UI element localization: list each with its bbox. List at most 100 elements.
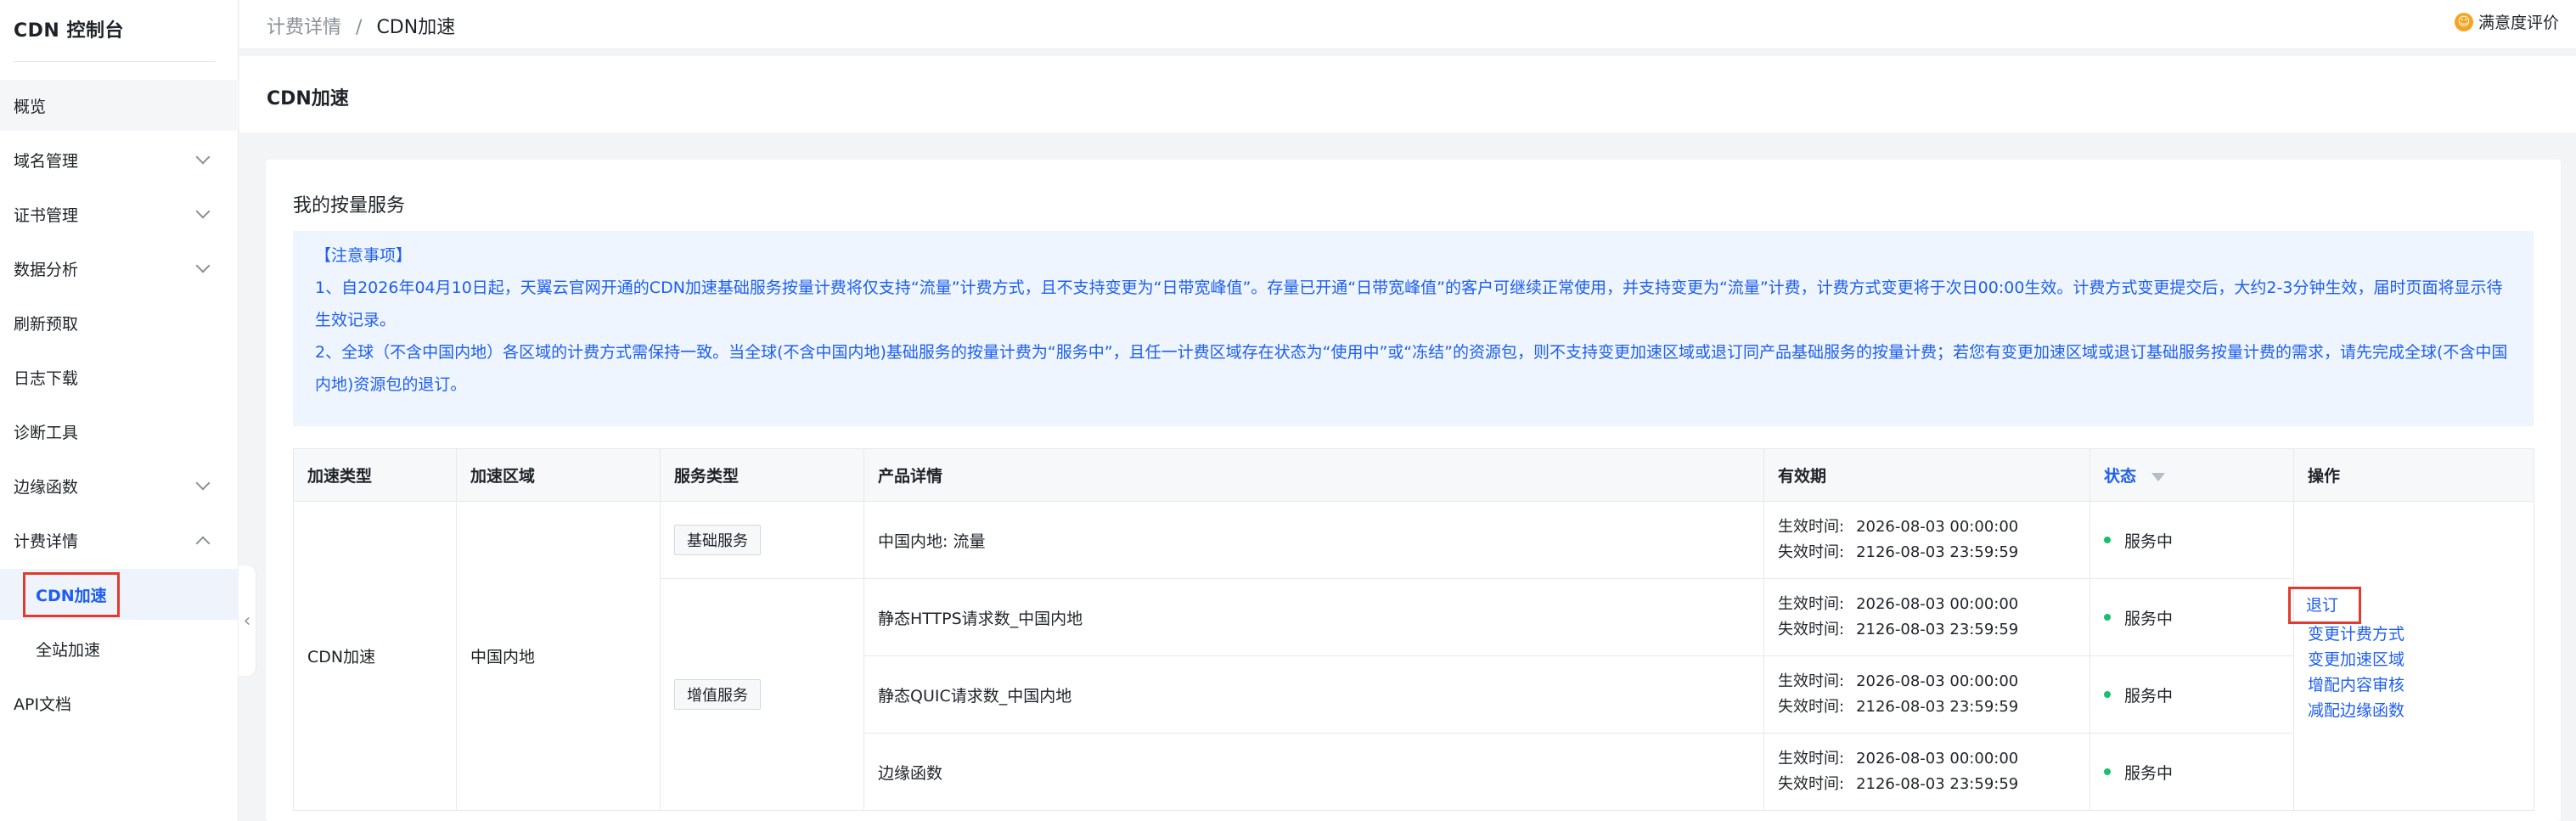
- notice-line-1: 1、自2026年04月10日起，天翼云官网开通的CDN加速基础服务按量计费将仅支…: [315, 278, 2503, 329]
- sidebar-item-api-docs[interactable]: API文档: [0, 678, 239, 728]
- add-content-review-link[interactable]: 增配内容审核: [2308, 672, 2520, 698]
- sidebar-item-label: API文档: [14, 694, 72, 714]
- sidebar-item-log-download[interactable]: 日志下载: [0, 351, 239, 402]
- expire-time: 2126-08-03 23:59:59: [1856, 543, 2019, 561]
- reduce-edge-function-link[interactable]: 减配边缘函数: [2308, 698, 2520, 723]
- status-badge: 服务中: [2124, 763, 2174, 783]
- cell-accel-type: CDN加速: [293, 501, 457, 811]
- table-row: CDN加速 中国内地 基础服务 中国内地: 流量 生效时间: 2026-08-03…: [293, 501, 2534, 811]
- expire-time: 2126-08-03 23:59:59: [1856, 698, 2019, 716]
- cell-product-detail: 中国内地: 流量: [863, 501, 1764, 579]
- satisfaction-rating-button[interactable]: ☺ 满意度评价: [2454, 10, 2559, 33]
- effective-time: 2026-08-03 00:00:00: [1856, 518, 2019, 536]
- chevron-down-icon: [195, 475, 211, 491]
- sidebar-item-diagnostic-tools[interactable]: 诊断工具: [0, 406, 239, 457]
- sidebar-item-label: 数据分析: [14, 260, 79, 279]
- col-accel-region: 加速区域: [456, 448, 661, 502]
- filter-icon[interactable]: [2151, 472, 2166, 481]
- satisfaction-label: 满意度评价: [2478, 14, 2559, 32]
- cell-status: 服务中: [2089, 578, 2294, 656]
- cell-product-detail: 静态QUIC请求数_中国内地: [863, 655, 1764, 734]
- expire-label: 失效时间:: [1778, 698, 1845, 716]
- effective-time: 2026-08-03 00:00:00: [1856, 672, 2019, 690]
- cell-status: 服务中: [2089, 501, 2294, 579]
- breadcrumb-billing-details[interactable]: 计费详情: [267, 17, 341, 38]
- cell-product-detail: 静态HTTPS请求数_中国内地: [863, 578, 1764, 656]
- sidebar-item-domain-management[interactable]: 域名管理: [0, 134, 239, 185]
- col-status[interactable]: 状态: [2089, 448, 2294, 502]
- status-dot-icon: [2104, 537, 2111, 543]
- sidebar-item-label: 证书管理: [14, 205, 79, 225]
- col-accel-type: 加速类型: [293, 448, 457, 502]
- change-accel-region-link[interactable]: 变更加速区域: [2308, 647, 2520, 672]
- sidebar-item-label: 域名管理: [14, 151, 79, 171]
- col-status-label: 状态: [2104, 467, 2137, 486]
- sidebar-item-label: 全站加速: [36, 640, 101, 660]
- status-badge: 服务中: [2124, 531, 2174, 551]
- service-type-tag: 基础服务: [674, 525, 761, 555]
- status-dot-icon: [2104, 614, 2111, 621]
- breadcrumb-separator: /: [356, 17, 363, 38]
- sidebar-item-overview[interactable]: 概览: [0, 80, 239, 131]
- sidebar-item-label: CDN加速: [23, 571, 120, 617]
- chevron-down-icon: [195, 149, 211, 165]
- status-badge: 服务中: [2124, 609, 2174, 628]
- sidebar: CDN 控制台 概览 域名管理 证书管理 数据分析 刷新预取 日志下载 诊断工具…: [0, 0, 239, 821]
- sidebar-item-certificate-management[interactable]: 证书管理: [0, 188, 239, 239]
- effective-label: 生效时间:: [1778, 672, 1845, 690]
- effective-label: 生效时间:: [1778, 750, 1845, 768]
- notice-heading: 【注意事项】: [315, 246, 413, 265]
- unsubscribe-label: 退订: [2287, 586, 2362, 624]
- col-operations: 操作: [2293, 448, 2534, 502]
- table-header-row: 加速类型 加速区域 服务类型 产品详情 有效期 状态 操作: [293, 448, 2534, 502]
- cell-status: 服务中: [2089, 655, 2294, 734]
- cell-validity: 生效时间: 2026-08-03 00:00:00 失效时间: 2126-08-03…: [1763, 501, 2090, 579]
- billing-table: 加速类型 加速区域 服务类型 产品详情 有效期 状态 操作 CDN加速 中国内地…: [293, 448, 2534, 811]
- page-title: CDN加速: [267, 88, 349, 110]
- breadcrumb: 计费详情 / CDN加速: [267, 12, 455, 39]
- sidebar-item-label: 刷新预取: [14, 314, 79, 334]
- chevron-up-icon: [195, 536, 211, 551]
- status-dot-icon: [2104, 768, 2111, 775]
- status-dot-icon: [2104, 691, 2111, 698]
- chevron-down-icon: [195, 258, 211, 273]
- col-product-detail: 产品详情: [863, 448, 1764, 502]
- effective-time: 2026-08-03 00:00:00: [1856, 595, 2019, 613]
- sidebar-item-label: 计费详情: [14, 531, 79, 551]
- service-type-tag: 增值服务: [674, 679, 761, 710]
- effective-label: 生效时间:: [1778, 518, 1845, 536]
- change-billing-method-link[interactable]: 变更计费方式: [2308, 621, 2520, 647]
- cell-service-type: 增值服务: [660, 578, 864, 811]
- smiley-icon: ☺: [2454, 12, 2473, 31]
- sidebar-item-billing-details[interactable]: 计费详情: [0, 515, 239, 565]
- cell-service-type: 基础服务: [660, 501, 864, 579]
- col-validity: 有效期: [1763, 448, 2090, 502]
- cell-product-detail: 边缘函数: [863, 733, 1764, 811]
- unsubscribe-link[interactable]: 退订: [2287, 586, 2520, 624]
- sidebar-item-cdn-acceleration[interactable]: CDN加速: [0, 569, 239, 620]
- cell-validity: 生效时间: 2026-08-03 00:00:00 失效时间: 2126-08-03…: [1763, 655, 2090, 734]
- cell-validity: 生效时间: 2026-08-03 00:00:00 失效时间: 2126-08-03…: [1763, 733, 2090, 811]
- expire-label: 失效时间:: [1778, 621, 1845, 638]
- notice-line-2: 2、全球（不含中国内地）各区域的计费方式需保持一致。当全球(不含中国内地)基础服…: [315, 343, 2508, 394]
- cell-validity: 生效时间: 2026-08-03 00:00:00 失效时间: 2126-08-03…: [1763, 578, 2090, 656]
- expire-label: 失效时间:: [1778, 543, 1845, 561]
- sidebar-item-label: 日志下载: [14, 368, 79, 388]
- sidebar-item-label: 概览: [14, 97, 47, 116]
- sidebar-item-data-analysis[interactable]: 数据分析: [0, 243, 239, 294]
- expire-time: 2126-08-03 23:59:59: [1856, 775, 2019, 793]
- breadcrumb-current: CDN加速: [376, 17, 456, 38]
- sidebar-item-full-site-acceleration[interactable]: 全站加速: [0, 623, 239, 674]
- sidebar-item-edge-functions[interactable]: 边缘函数: [0, 460, 239, 511]
- collapse-sidebar-button[interactable]: ‹: [239, 565, 256, 676]
- chevron-left-icon: ‹: [243, 610, 251, 632]
- notice-box: 【注意事项】 1、自2026年04月10日起，天翼云官网开通的CDN加速基础服务…: [293, 231, 2534, 426]
- expire-time: 2126-08-03 23:59:59: [1856, 621, 2019, 638]
- cell-status: 服务中: [2089, 733, 2294, 811]
- expire-label: 失效时间:: [1778, 775, 1845, 793]
- usage-services-card: 我的按量服务 【注意事项】 1、自2026年04月10日起，天翼云官网开通的CD…: [266, 160, 2561, 821]
- effective-label: 生效时间:: [1778, 595, 1845, 613]
- top-bar: 计费详情 / CDN加速 ☺ 满意度评价: [239, 0, 2576, 49]
- sidebar-item-refresh-prefetch[interactable]: 刷新预取: [0, 297, 239, 348]
- status-badge: 服务中: [2124, 686, 2174, 706]
